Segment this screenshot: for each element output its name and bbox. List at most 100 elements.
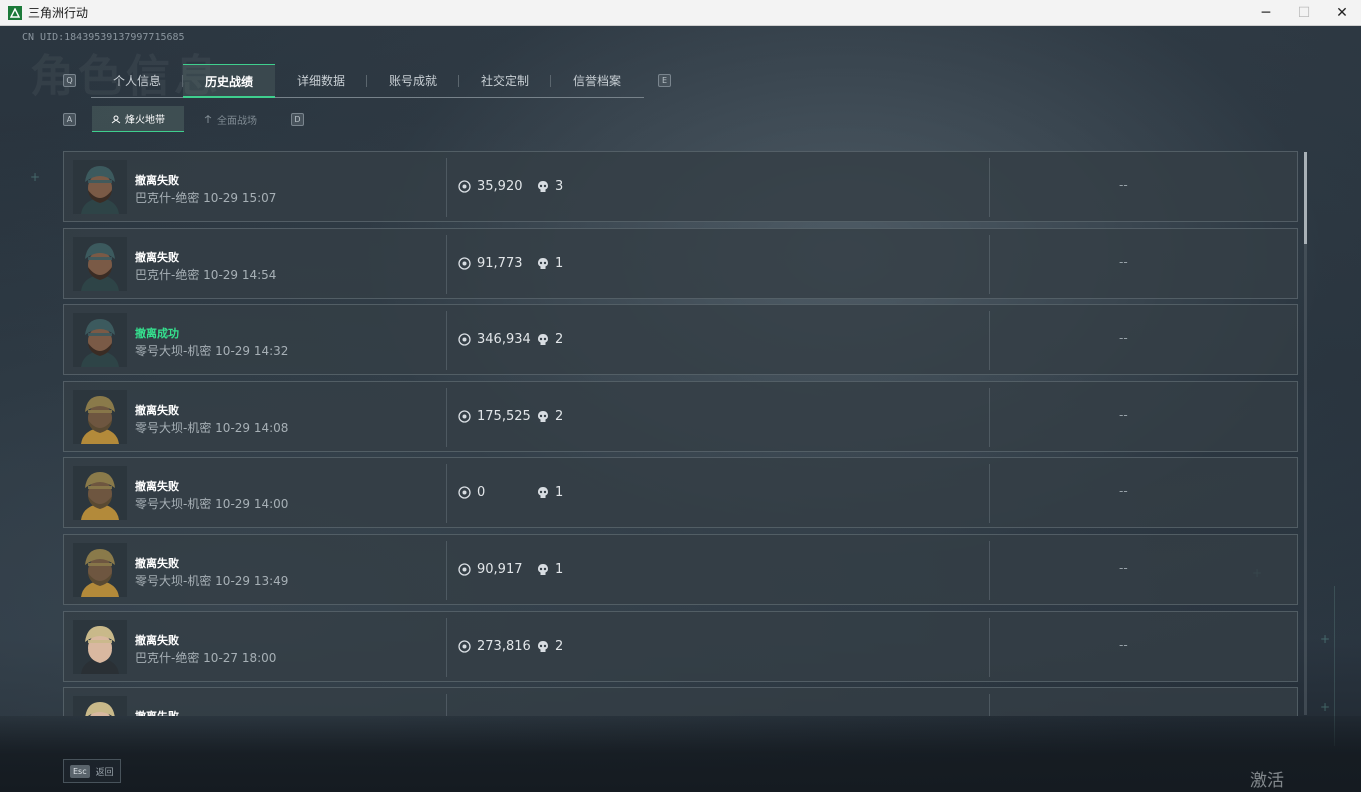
skull-icon bbox=[538, 410, 548, 422]
match-time: 10-29 14:54 bbox=[203, 267, 277, 282]
match-record-row[interactable]: 撤离失败巴克什-绝密 10-29 15:07 35,920 3 -- bbox=[63, 151, 1298, 222]
subtab-prev-key[interactable]: A bbox=[63, 113, 76, 126]
skull-icon bbox=[538, 564, 548, 575]
minimize-button[interactable]: ─ bbox=[1247, 0, 1285, 26]
match-map-time: 零号大坝-机密 10-29 13:49 bbox=[135, 572, 288, 589]
match-map: 零号大坝-机密 bbox=[135, 344, 212, 359]
extraction-result: 撤离失败 bbox=[135, 250, 179, 264]
asset-value-text: 0 bbox=[477, 485, 486, 501]
kill-count: 3 bbox=[537, 179, 563, 194]
asset-value-text: 91,773 bbox=[477, 255, 523, 271]
extraction-result: 撤离失败 bbox=[135, 174, 179, 187]
tab-social[interactable]: 社交定制 bbox=[459, 64, 551, 97]
match-time: 10-29 14:08 bbox=[215, 420, 289, 435]
match-map-time: 巴克什-绝密 10-29 15:07 bbox=[135, 189, 276, 206]
extraction-result: 撤离失败 bbox=[135, 480, 179, 494]
operator-avatar bbox=[73, 543, 127, 597]
match-record-row[interactable]: 撤离成功 零号大坝-机密 10-29 14:32 346,934 2 -- bbox=[63, 304, 1298, 376]
kill-count-text: 1 bbox=[555, 562, 564, 577]
match-map-time: 零号大坝-机密 10-29 14:08 bbox=[135, 419, 288, 436]
match-map-time: 零号大坝-机密 10-29 14:00 bbox=[135, 495, 288, 512]
kill-count: 1 bbox=[537, 485, 563, 500]
operator-avatar bbox=[73, 389, 127, 444]
tab-detailed-data[interactable]: 详细数据 bbox=[275, 64, 367, 97]
tab-next-key[interactable]: E bbox=[658, 74, 671, 87]
asset-value: 175,525 bbox=[458, 409, 531, 424]
tab-label: 社交定制 bbox=[480, 74, 529, 88]
match-map: 零号大坝-机密 bbox=[135, 497, 212, 512]
skull-icon bbox=[538, 181, 548, 192]
skull-icon bbox=[538, 487, 548, 499]
value-coin-icon bbox=[458, 410, 471, 423]
column-divider bbox=[989, 234, 990, 294]
tab-personal-info[interactable]: 个人信息 bbox=[91, 64, 183, 97]
value-coin-icon bbox=[458, 639, 471, 653]
value-coin-icon bbox=[458, 563, 471, 576]
match-record-row[interactable]: 撤离失败 巴克什-绝密 10-27 18:00 273,816 2 -- bbox=[63, 610, 1298, 682]
column-divider bbox=[446, 311, 447, 371]
asset-value: 90,917 bbox=[458, 562, 523, 577]
column-divider bbox=[446, 234, 447, 294]
esc-key-hint: Esc bbox=[70, 764, 90, 778]
app-logo-icon bbox=[8, 5, 22, 20]
operator-avatar bbox=[73, 236, 127, 291]
match-map: 巴克什-绝密 bbox=[135, 191, 200, 205]
windows-activation-watermark: 激活 Windows bbox=[1250, 771, 1326, 792]
subtab-next-key[interactable]: D bbox=[291, 113, 304, 126]
asset-value: 273,816 bbox=[458, 639, 531, 654]
back-button[interactable]: Esc 返回 bbox=[63, 759, 121, 783]
asset-value-text: 90,917 bbox=[477, 562, 523, 577]
kill-count-text: 2 bbox=[555, 408, 564, 424]
asset-value: 35,920 bbox=[458, 179, 523, 194]
match-record-row[interactable]: 撤离失败 bbox=[63, 687, 1298, 716]
match-time: 10-27 18:00 bbox=[203, 650, 277, 665]
match-map: 零号大坝-机密 bbox=[135, 574, 212, 588]
match-history-list: 撤离失败 巴克什-绝密 10-29 15:07 35,920 3 -- 撤离失败 巴克什-绝… bbox=[63, 151, 1299, 716]
column-divider bbox=[989, 541, 990, 600]
kill-count: 2 bbox=[537, 332, 563, 347]
tab-reputation[interactable]: 信誉档案 bbox=[551, 64, 643, 97]
window-titlebar: 三角洲行动 ─ ☐ ✕ bbox=[0, 0, 1361, 26]
tab-match-history[interactable]: 历史战绩 bbox=[183, 64, 275, 98]
battlefield-icon bbox=[204, 115, 212, 123]
skull-icon bbox=[538, 640, 548, 652]
extraction-result: 撤离失败 bbox=[135, 557, 179, 570]
tab-prev-key[interactable]: Q bbox=[63, 74, 76, 87]
column-divider bbox=[446, 694, 447, 716]
match-map: 巴克什-绝密 bbox=[135, 650, 200, 665]
subtab-label: 全面战场 bbox=[217, 115, 257, 127]
crosshair-icon: + bbox=[30, 170, 41, 184]
beacon-icon bbox=[111, 115, 121, 123]
tab-label: 历史战绩 bbox=[204, 74, 253, 89]
subtab-label: 烽火地带 bbox=[125, 115, 165, 126]
kill-count-text: 1 bbox=[555, 485, 564, 501]
tab-label: 个人信息 bbox=[112, 74, 161, 88]
kill-count-text: 2 bbox=[555, 638, 564, 654]
match-record-row[interactable]: 撤离失败零号大坝-机密 10-29 13:49 90,917 1 -- bbox=[63, 534, 1298, 605]
extra-info: -- bbox=[1119, 561, 1128, 575]
tab-label: 信誉档案 bbox=[572, 74, 621, 88]
kill-count: 2 bbox=[537, 639, 563, 654]
kill-count-text: 2 bbox=[555, 332, 564, 348]
maximize-button[interactable]: ☐ bbox=[1285, 0, 1323, 26]
match-time: 10-29 15:07 bbox=[203, 191, 277, 205]
column-divider bbox=[989, 158, 990, 217]
operator-avatar bbox=[73, 466, 127, 521]
extra-info: -- bbox=[1119, 407, 1128, 422]
match-record-row[interactable]: 撤离失败 零号大坝-机密 10-29 14:08 175,525 2 -- bbox=[63, 380, 1298, 452]
operator-avatar bbox=[73, 313, 127, 368]
close-button[interactable]: ✕ bbox=[1323, 0, 1361, 26]
tab-achievements[interactable]: 账号成就 bbox=[367, 64, 459, 97]
subtab-warfare[interactable]: 全面战场 bbox=[184, 106, 276, 132]
game-screen: 角色信息 CN UID:18439539137997715685 + + + +… bbox=[0, 26, 1361, 792]
extra-info: -- bbox=[1119, 178, 1128, 192]
match-time: 10-29 14:00 bbox=[215, 497, 289, 512]
match-record-row[interactable]: 撤离失败 巴克什-绝密 10-29 14:54 91,773 1 -- bbox=[63, 227, 1298, 299]
match-map-time: 巴克什-绝密 10-29 14:54 bbox=[135, 266, 276, 283]
column-divider bbox=[446, 158, 447, 217]
match-map: 巴克什-绝密 bbox=[135, 267, 200, 282]
match-record-row[interactable]: 撤离失败 零号大坝-机密 10-29 14:00 0 1 -- bbox=[63, 457, 1298, 529]
value-coin-icon bbox=[458, 333, 471, 346]
subtab-operations[interactable]: 烽火地带 bbox=[92, 106, 184, 132]
scrollbar-thumb[interactable] bbox=[1304, 152, 1307, 244]
